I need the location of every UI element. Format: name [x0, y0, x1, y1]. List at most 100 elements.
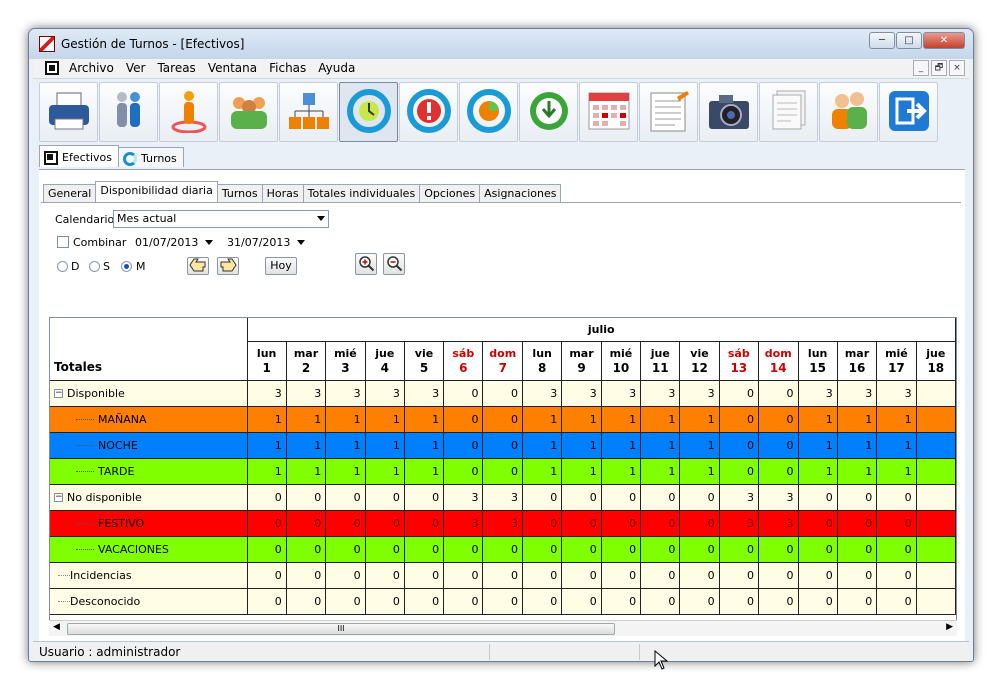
day-header[interactable]: jue 4 — [365, 341, 405, 381]
value-cell[interactable]: 1 — [561, 432, 602, 459]
day-header[interactable]: mié 10 — [601, 341, 642, 381]
value-cell[interactable]: 0 — [482, 380, 524, 407]
value-cell[interactable] — [916, 458, 956, 485]
value-cell[interactable]: 0 — [798, 562, 838, 589]
value-cell[interactable]: 0 — [601, 536, 642, 563]
value-cell[interactable] — [916, 484, 956, 511]
value-cell[interactable]: 0 — [522, 484, 563, 511]
value-cell[interactable]: 0 — [443, 588, 484, 615]
value-cell[interactable]: 0 — [679, 536, 720, 563]
value-cell[interactable]: 0 — [640, 588, 681, 615]
value-cell[interactable]: 0 — [719, 536, 759, 563]
value-cell[interactable]: 1 — [679, 432, 720, 459]
value-cell[interactable]: 0 — [522, 588, 563, 615]
menu-archivo[interactable]: Archivo — [69, 61, 114, 75]
value-cell[interactable] — [916, 380, 956, 407]
scroll-right-icon[interactable]: ▶ — [946, 622, 953, 632]
day-header[interactable]: lun 15 — [798, 341, 838, 381]
value-cell[interactable]: 3 — [719, 510, 759, 537]
value-cell[interactable]: 3 — [719, 484, 759, 511]
day-header[interactable]: vie 5 — [404, 341, 445, 381]
value-cell[interactable]: 3 — [482, 510, 524, 537]
tab-opciones[interactable]: Opciones — [419, 184, 481, 202]
value-cell[interactable]: 1 — [601, 432, 642, 459]
value-cell[interactable]: 0 — [758, 536, 799, 563]
value-cell[interactable]: 0 — [561, 536, 602, 563]
value-cell[interactable]: 0 — [601, 588, 642, 615]
row-header[interactable]: − Disponible — [50, 380, 248, 407]
alert-refresh-button[interactable] — [399, 82, 458, 142]
value-cell[interactable]: 1 — [798, 406, 838, 433]
value-cell[interactable]: 0 — [522, 510, 563, 537]
mdi-restore-button[interactable]: 🗗 — [931, 60, 947, 76]
value-cell[interactable]: 0 — [247, 484, 287, 511]
value-cell[interactable]: 0 — [247, 588, 287, 615]
value-cell[interactable]: 0 — [286, 588, 327, 615]
value-cell[interactable]: 3 — [443, 510, 484, 537]
value-cell[interactable]: 1 — [876, 406, 917, 433]
value-cell[interactable]: 3 — [601, 380, 642, 407]
value-cell[interactable]: 1 — [679, 406, 720, 433]
pie-refresh-button[interactable] — [459, 82, 518, 142]
value-cell[interactable]: 0 — [837, 484, 878, 511]
value-cell[interactable]: 0 — [679, 510, 720, 537]
value-cell[interactable]: 1 — [247, 432, 287, 459]
date-from-picker[interactable]: 01/07/2013 — [131, 234, 217, 252]
value-cell[interactable]: 0 — [404, 510, 445, 537]
tab-horas[interactable]: Horas — [261, 184, 304, 202]
menu-ventana[interactable]: Ventana — [208, 61, 257, 75]
value-cell[interactable]: 1 — [325, 406, 366, 433]
value-cell[interactable]: 0 — [247, 510, 287, 537]
value-cell[interactable]: 0 — [247, 562, 287, 589]
value-cell[interactable]: 0 — [561, 588, 602, 615]
value-cell[interactable]: 0 — [601, 510, 642, 537]
value-cell[interactable]: 1 — [325, 432, 366, 459]
value-cell[interactable]: 1 — [404, 458, 445, 485]
value-cell[interactable]: 0 — [719, 458, 759, 485]
value-cell[interactable]: 0 — [601, 562, 642, 589]
value-cell[interactable]: 0 — [719, 588, 759, 615]
value-cell[interactable]: 0 — [758, 432, 799, 459]
value-cell[interactable] — [916, 562, 956, 589]
value-cell[interactable]: 0 — [522, 562, 563, 589]
org-chart-button[interactable] — [279, 82, 338, 142]
day-header[interactable]: lun 1 — [247, 341, 287, 381]
value-cell[interactable]: 1 — [601, 458, 642, 485]
value-cell[interactable]: 0 — [482, 458, 524, 485]
value-cell[interactable]: 0 — [758, 562, 799, 589]
value-cell[interactable]: 0 — [640, 536, 681, 563]
value-cell[interactable]: 1 — [837, 406, 878, 433]
value-cell[interactable]: 0 — [443, 406, 484, 433]
value-cell[interactable]: 0 — [482, 588, 524, 615]
value-cell[interactable]: 0 — [404, 588, 445, 615]
minimize-button[interactable]: ─ — [869, 32, 895, 49]
value-cell[interactable]: 0 — [601, 484, 642, 511]
value-cell[interactable]: 1 — [286, 432, 327, 459]
value-cell[interactable]: 3 — [443, 484, 484, 511]
row-header[interactable]: MAÑANA — [50, 406, 248, 433]
zoom-out-button[interactable] — [383, 253, 405, 275]
value-cell[interactable]: 3 — [522, 380, 563, 407]
value-cell[interactable]: 3 — [365, 380, 405, 407]
value-cell[interactable]: 0 — [758, 458, 799, 485]
tab-turnos-inner[interactable]: Turnos — [216, 184, 263, 202]
value-cell[interactable]: 3 — [758, 510, 799, 537]
value-cell[interactable]: 3 — [286, 380, 327, 407]
day-header[interactable]: vie 12 — [679, 341, 720, 381]
value-cell[interactable]: 0 — [719, 406, 759, 433]
maximize-button[interactable]: □ — [896, 32, 922, 49]
value-cell[interactable]: 0 — [325, 484, 366, 511]
date-to-picker[interactable]: 31/07/2013 — [223, 234, 309, 252]
value-cell[interactable]: 0 — [837, 510, 878, 537]
next-period-button[interactable] — [217, 257, 239, 275]
value-cell[interactable]: 3 — [247, 380, 287, 407]
scrollbar-thumb[interactable]: III — [67, 623, 615, 635]
value-cell[interactable]: 1 — [601, 406, 642, 433]
tab-totales-individuales[interactable]: Totales individuales — [302, 184, 421, 202]
day-header[interactable]: mié 3 — [325, 341, 366, 381]
value-cell[interactable]: 1 — [876, 432, 917, 459]
value-cell[interactable]: 1 — [404, 432, 445, 459]
row-header[interactable]: TARDE — [50, 458, 248, 485]
value-cell[interactable]: 0 — [482, 536, 524, 563]
value-cell[interactable]: 3 — [758, 484, 799, 511]
